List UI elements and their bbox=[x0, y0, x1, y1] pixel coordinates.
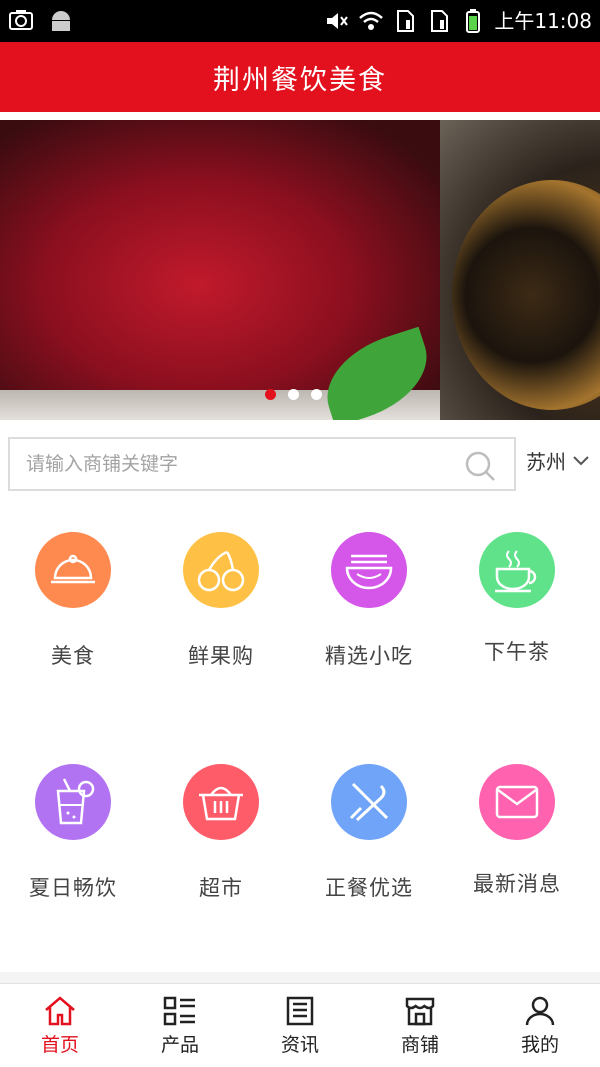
sim-card-icon bbox=[431, 10, 449, 32]
category-label: 最新消息 bbox=[473, 872, 561, 896]
category-label: 正餐优选 bbox=[325, 876, 413, 900]
app-header: 荆州餐饮美食 bbox=[0, 42, 600, 112]
mail-icon bbox=[495, 785, 539, 819]
category-label: 夏日畅饮 bbox=[29, 876, 117, 900]
city-label: 苏州 bbox=[526, 450, 566, 474]
basket-icon bbox=[199, 786, 243, 821]
sim-card-icon bbox=[397, 10, 415, 32]
search-box bbox=[8, 437, 516, 491]
category-xiarichangyin[interactable]: 夏日畅饮 bbox=[0, 764, 148, 902]
status-bar: 上午11:08 bbox=[0, 0, 600, 42]
user-icon bbox=[525, 996, 555, 1025]
cherry-icon bbox=[197, 550, 245, 592]
drink-icon bbox=[56, 778, 95, 825]
teacup-icon bbox=[495, 550, 537, 593]
category-label: 精选小吃 bbox=[325, 644, 413, 668]
news-icon bbox=[286, 996, 314, 1025]
android-icon bbox=[52, 11, 70, 31]
category-icon-bg bbox=[35, 532, 111, 608]
cloche-icon bbox=[51, 554, 95, 584]
nav-label: 首页 bbox=[40, 1033, 79, 1056]
battery-icon bbox=[466, 9, 481, 33]
category-xiawucha[interactable]: 下午茶 bbox=[442, 532, 592, 666]
nav-label: 我的 bbox=[520, 1033, 559, 1056]
home-icon bbox=[45, 995, 75, 1025]
carousel-indicator bbox=[265, 389, 322, 400]
category-meishi[interactable]: 美食 bbox=[0, 532, 148, 670]
wifi-icon bbox=[359, 11, 384, 30]
page-title: 荆州餐饮美食 bbox=[213, 64, 387, 96]
search-icon[interactable] bbox=[464, 450, 496, 482]
nav-label: 商铺 bbox=[400, 1033, 439, 1056]
category-label: 美食 bbox=[51, 644, 95, 668]
store-icon bbox=[405, 997, 435, 1025]
category-zuixinxiaoxi[interactable]: 最新消息 bbox=[442, 764, 592, 898]
noodle-bowl-icon bbox=[345, 554, 393, 590]
nav-label: 资讯 bbox=[280, 1033, 319, 1056]
carousel-dot[interactable] bbox=[288, 389, 299, 400]
search-input[interactable] bbox=[26, 439, 456, 489]
screenshot-icon bbox=[9, 10, 33, 30]
category-label: 鲜果购 bbox=[188, 644, 254, 668]
banner-carousel[interactable] bbox=[0, 120, 600, 420]
status-time: 上午11:08 bbox=[494, 9, 592, 33]
category-xianguogou[interactable]: 鲜果购 bbox=[146, 532, 296, 670]
nav-news[interactable]: 资讯 bbox=[240, 984, 360, 1067]
category-zhengcanyouxuan[interactable]: 正餐优选 bbox=[294, 764, 444, 902]
category-label: 下午茶 bbox=[484, 640, 550, 664]
fork-knife-icon bbox=[349, 782, 389, 822]
nav-stores[interactable]: 商铺 bbox=[360, 984, 480, 1067]
city-selector[interactable]: 苏州 bbox=[526, 446, 590, 475]
category-chaoshi[interactable]: 超市 bbox=[146, 764, 296, 902]
category-label: 超市 bbox=[199, 876, 243, 900]
chevron-down-icon bbox=[573, 455, 589, 465]
nav-products[interactable]: 产品 bbox=[120, 984, 240, 1067]
nav-home[interactable]: 首页 bbox=[0, 984, 120, 1067]
carousel-dot[interactable] bbox=[311, 389, 322, 400]
nav-mine[interactable]: 我的 bbox=[480, 984, 600, 1067]
mute-icon bbox=[327, 13, 349, 29]
nav-label: 产品 bbox=[160, 1033, 199, 1056]
bottom-nav: 首页 产品 资讯 商铺 我的 bbox=[0, 983, 600, 1067]
carousel-dot[interactable] bbox=[265, 389, 276, 400]
grid-list-icon bbox=[163, 996, 195, 1025]
category-jingxuanxiaochi[interactable]: 精选小吃 bbox=[294, 532, 444, 670]
